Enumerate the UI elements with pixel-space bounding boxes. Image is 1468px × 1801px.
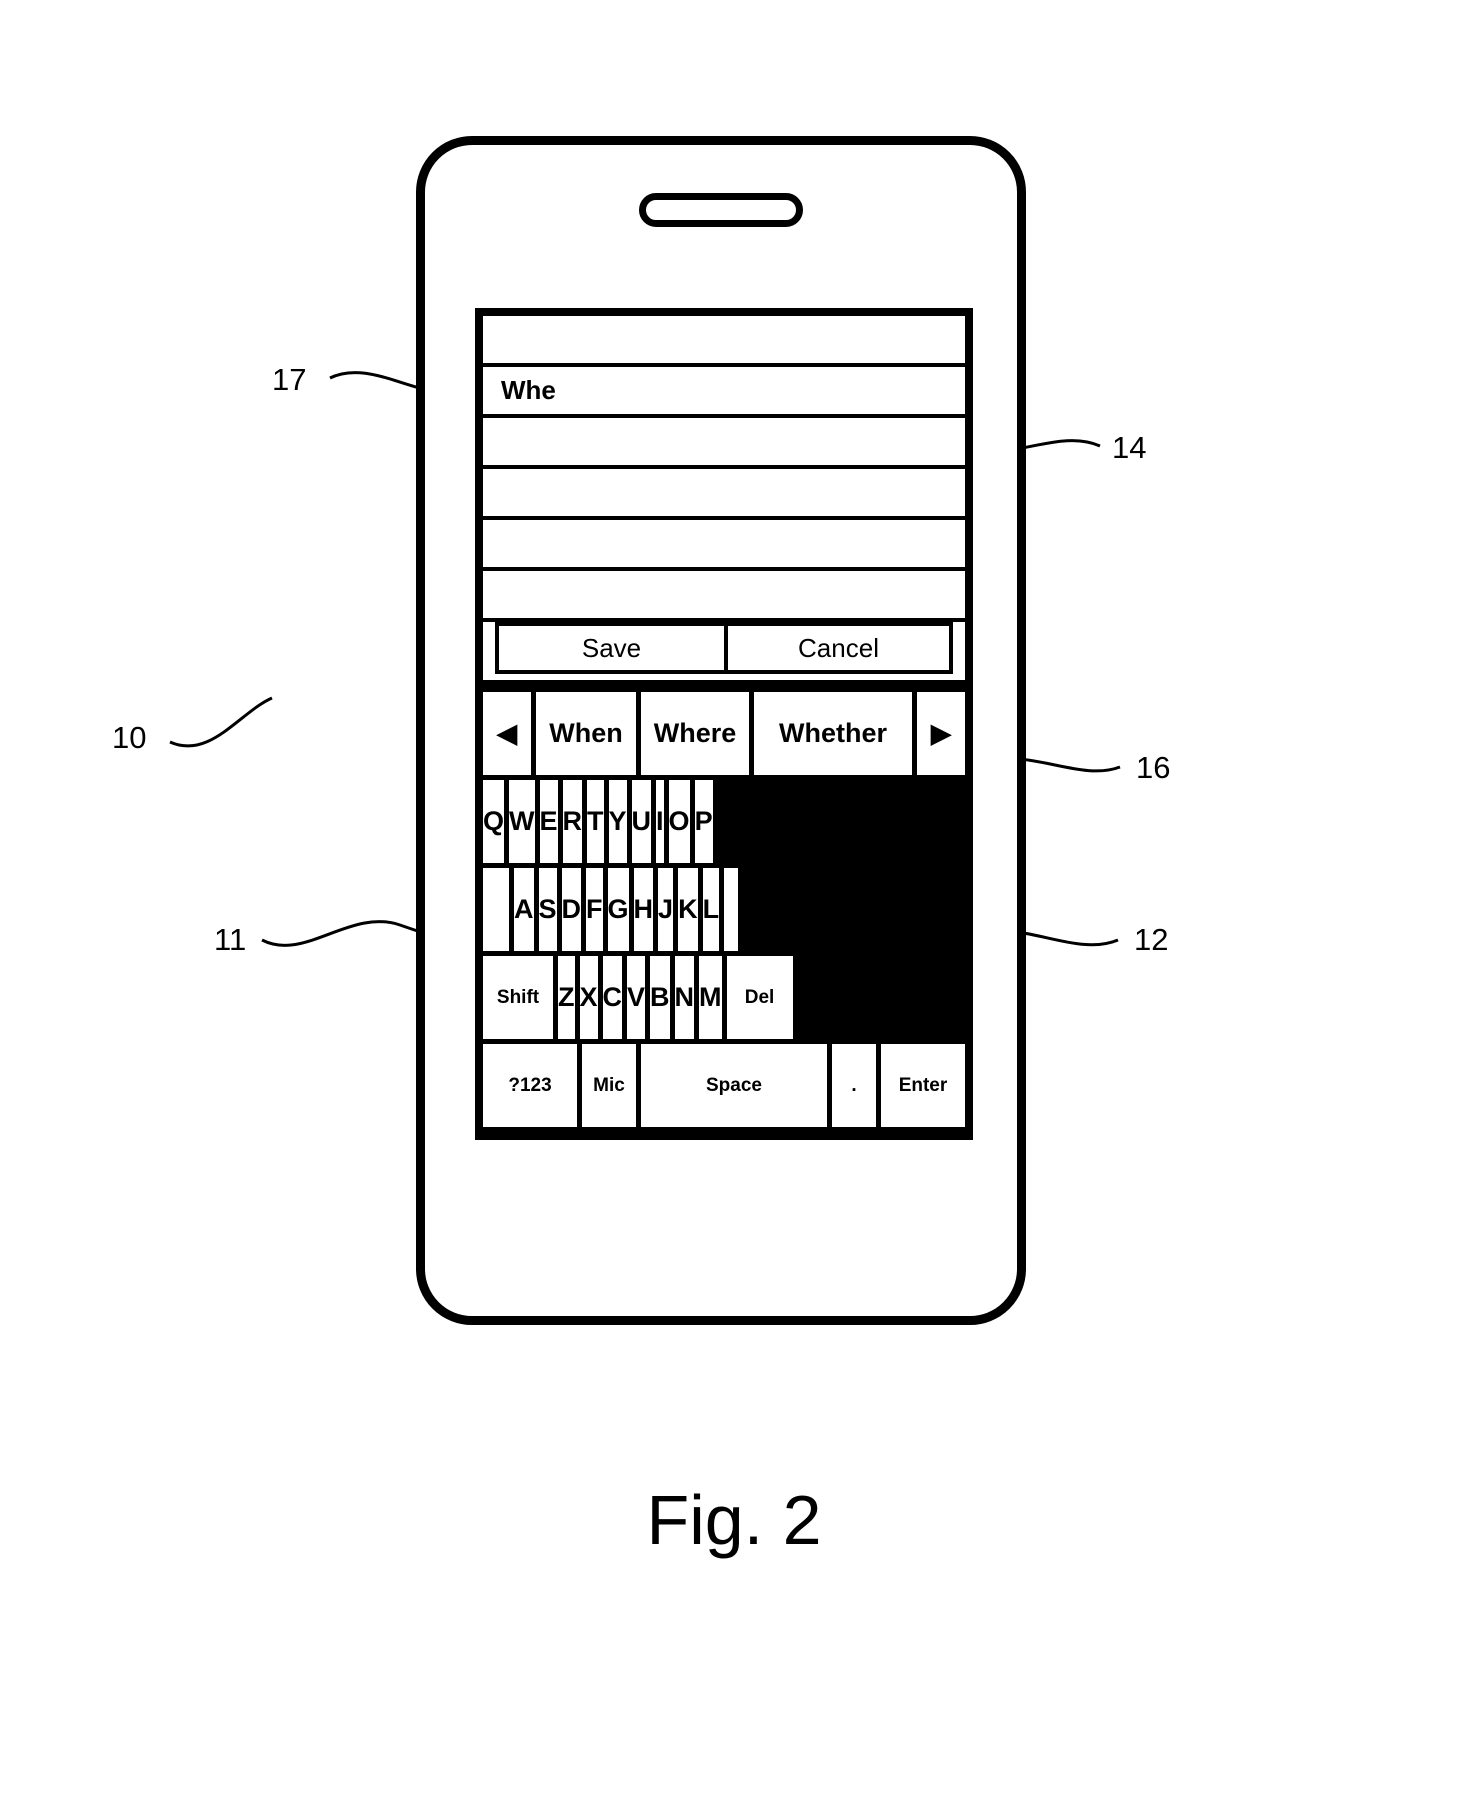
reference-numeral-11: 11 bbox=[214, 922, 247, 957]
figure-caption: Fig. 2 bbox=[646, 1481, 822, 1559]
key-o[interactable]: O bbox=[668, 780, 690, 863]
key-l[interactable]: L bbox=[702, 868, 720, 951]
suggestion-where[interactable]: Where bbox=[641, 692, 749, 775]
speaker-grille-icon bbox=[639, 193, 803, 227]
text-line[interactable] bbox=[483, 469, 965, 520]
key-g[interactable]: G bbox=[607, 868, 629, 951]
key-y[interactable]: Y bbox=[608, 780, 627, 863]
key-x[interactable]: X bbox=[579, 956, 598, 1039]
keyboard-row-asdf: A S D F G H J K L bbox=[483, 868, 965, 956]
key-w[interactable]: W bbox=[509, 780, 535, 863]
reference-numeral-14: 14 bbox=[1112, 430, 1147, 465]
reference-numeral-12: 12 bbox=[1134, 922, 1169, 957]
key-f[interactable]: F bbox=[586, 868, 603, 951]
text-line[interactable] bbox=[483, 316, 965, 367]
key-e[interactable]: E bbox=[539, 780, 558, 863]
key-t[interactable]: T bbox=[587, 780, 604, 863]
key-b[interactable]: B bbox=[650, 956, 670, 1039]
key-r[interactable]: R bbox=[562, 780, 583, 863]
key-a[interactable]: A bbox=[514, 868, 534, 951]
key-m[interactable]: M bbox=[699, 956, 722, 1039]
row-left-spacer bbox=[483, 868, 509, 951]
keyboard-row-bottom: ?123 Mic Space . Enter bbox=[483, 1044, 965, 1132]
keyboard-row-qwerty: Q W E R T Y U I O P bbox=[483, 780, 965, 868]
key-symbols[interactable]: ?123 bbox=[483, 1044, 577, 1127]
reference-numeral-17: 17 bbox=[272, 362, 307, 397]
key-v[interactable]: V bbox=[627, 956, 646, 1039]
keyboard[interactable]: ◀ When Where Whether ▶ Q W E R T Y U I O… bbox=[483, 688, 965, 1132]
keyboard-row-zxcv: Shift Z X C V B N M Del bbox=[483, 956, 965, 1044]
key-shift[interactable]: Shift bbox=[483, 956, 553, 1039]
key-period[interactable]: . bbox=[832, 1044, 876, 1127]
key-h[interactable]: H bbox=[633, 868, 654, 951]
action-bar: Save Cancel bbox=[495, 622, 953, 674]
entered-text: Whe bbox=[501, 375, 556, 405]
previous-suggestion-arrow-icon[interactable]: ◀ bbox=[483, 692, 531, 775]
text-line[interactable] bbox=[483, 520, 965, 571]
text-line[interactable] bbox=[483, 571, 965, 622]
key-n[interactable]: N bbox=[674, 956, 695, 1039]
suggestion-when[interactable]: When bbox=[536, 692, 636, 775]
key-enter[interactable]: Enter bbox=[881, 1044, 965, 1127]
key-p[interactable]: P bbox=[694, 780, 713, 863]
key-u[interactable]: U bbox=[631, 780, 652, 863]
action-row: Save Cancel bbox=[483, 622, 965, 688]
save-button[interactable]: Save bbox=[499, 626, 724, 670]
text-entry-area[interactable]: Whe bbox=[483, 316, 965, 622]
key-mic[interactable]: Mic bbox=[582, 1044, 636, 1127]
key-space[interactable]: Space bbox=[641, 1044, 827, 1127]
key-i[interactable]: I bbox=[656, 780, 664, 863]
key-z[interactable]: Z bbox=[558, 956, 575, 1039]
reference-numeral-16: 16 bbox=[1136, 750, 1171, 785]
row-right-spacer bbox=[724, 868, 739, 951]
entered-text-line[interactable]: Whe bbox=[483, 367, 965, 418]
key-c[interactable]: C bbox=[602, 956, 623, 1039]
text-line[interactable] bbox=[483, 418, 965, 469]
key-d[interactable]: D bbox=[561, 868, 582, 951]
next-suggestion-arrow-icon[interactable]: ▶ bbox=[917, 692, 965, 775]
key-k[interactable]: K bbox=[678, 868, 698, 951]
suggestion-whether[interactable]: Whether bbox=[754, 692, 912, 775]
display[interactable]: Whe Save Cancel ◀ When Where Whether ▶ Q… bbox=[475, 308, 973, 1140]
key-j[interactable]: J bbox=[658, 868, 674, 951]
key-s[interactable]: S bbox=[538, 868, 557, 951]
key-q[interactable]: Q bbox=[483, 780, 505, 863]
key-delete[interactable]: Del bbox=[726, 956, 793, 1039]
cancel-button[interactable]: Cancel bbox=[724, 626, 949, 670]
word-suggestion-bar[interactable]: ◀ When Where Whether ▶ bbox=[483, 688, 965, 780]
reference-numeral-10: 10 bbox=[112, 720, 147, 755]
